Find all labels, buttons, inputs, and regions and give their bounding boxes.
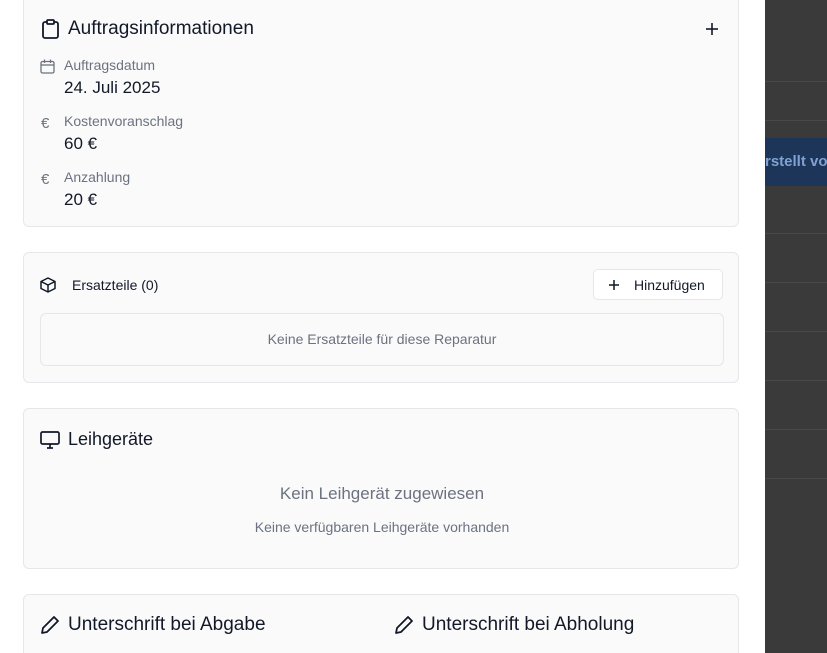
deposit-label: Anzahlung [64,169,131,185]
spare-parts-title: Ersatzteile (0) [72,277,159,293]
monitor-icon [40,431,60,449]
loan-devices-empty-subtitle: Keine verfügbaren Leihgeräte vorhanden [254,519,510,535]
background-row [765,186,827,234]
background-row [765,430,827,479]
plus-icon [609,280,619,290]
spare-parts-empty-state: Keine Ersatzteile für diese Reparatur [40,313,724,366]
order-info-title: Auftragsinformationen [68,18,254,39]
background-row [765,0,827,82]
order-info-card: Auftragsinformationen Auftragsdatum 24. … [23,0,739,227]
background-highlight: rstellt vo [765,138,827,186]
signatures-card: Unterschrift bei Abgabe Unterschrift bei… [23,594,739,653]
background-row [765,332,827,381]
euro-icon: € [41,115,50,132]
pen-icon [41,616,59,634]
estimate-label: Kostenvoranschlag [64,113,184,129]
loan-devices-card: Leihgeräte Kein Leihgerät zugewiesen Kei… [23,408,739,569]
loan-devices-empty-title: Kein Leihgerät zugewiesen [279,484,485,503]
signature-pickup-title: Unterschrift bei Abholung [422,614,635,635]
deposit-value: 20 € [64,190,98,209]
background-row [765,82,827,121]
euro-icon: € [41,171,50,188]
loan-devices-title: Leihgeräte [68,429,154,449]
estimate-value: 60 € [64,134,98,153]
repair-detail-panel: Auftragsinformationen Auftragsdatum 24. … [0,0,765,653]
plus-icon[interactable] [705,22,719,36]
order-date-value: 24. Juli 2025 [64,78,161,97]
pen-icon [395,616,413,634]
spare-parts-card: Ersatzteile (0) Hinzufügen Keine Ersatzt… [23,252,739,383]
background-row [765,283,827,332]
clipboard-icon [42,19,59,39]
signature-dropoff-title: Unterschrift bei Abgabe [68,614,266,635]
background-row [765,381,827,430]
background-overlay[interactable]: rstellt vo [765,0,827,653]
package-icon [40,277,56,293]
background-row [765,234,827,283]
add-spare-part-label: Hinzufügen [634,277,705,293]
add-spare-part-button[interactable]: Hinzufügen [593,269,723,300]
calendar-icon [40,59,55,74]
order-date-label: Auftragsdatum [64,57,156,73]
